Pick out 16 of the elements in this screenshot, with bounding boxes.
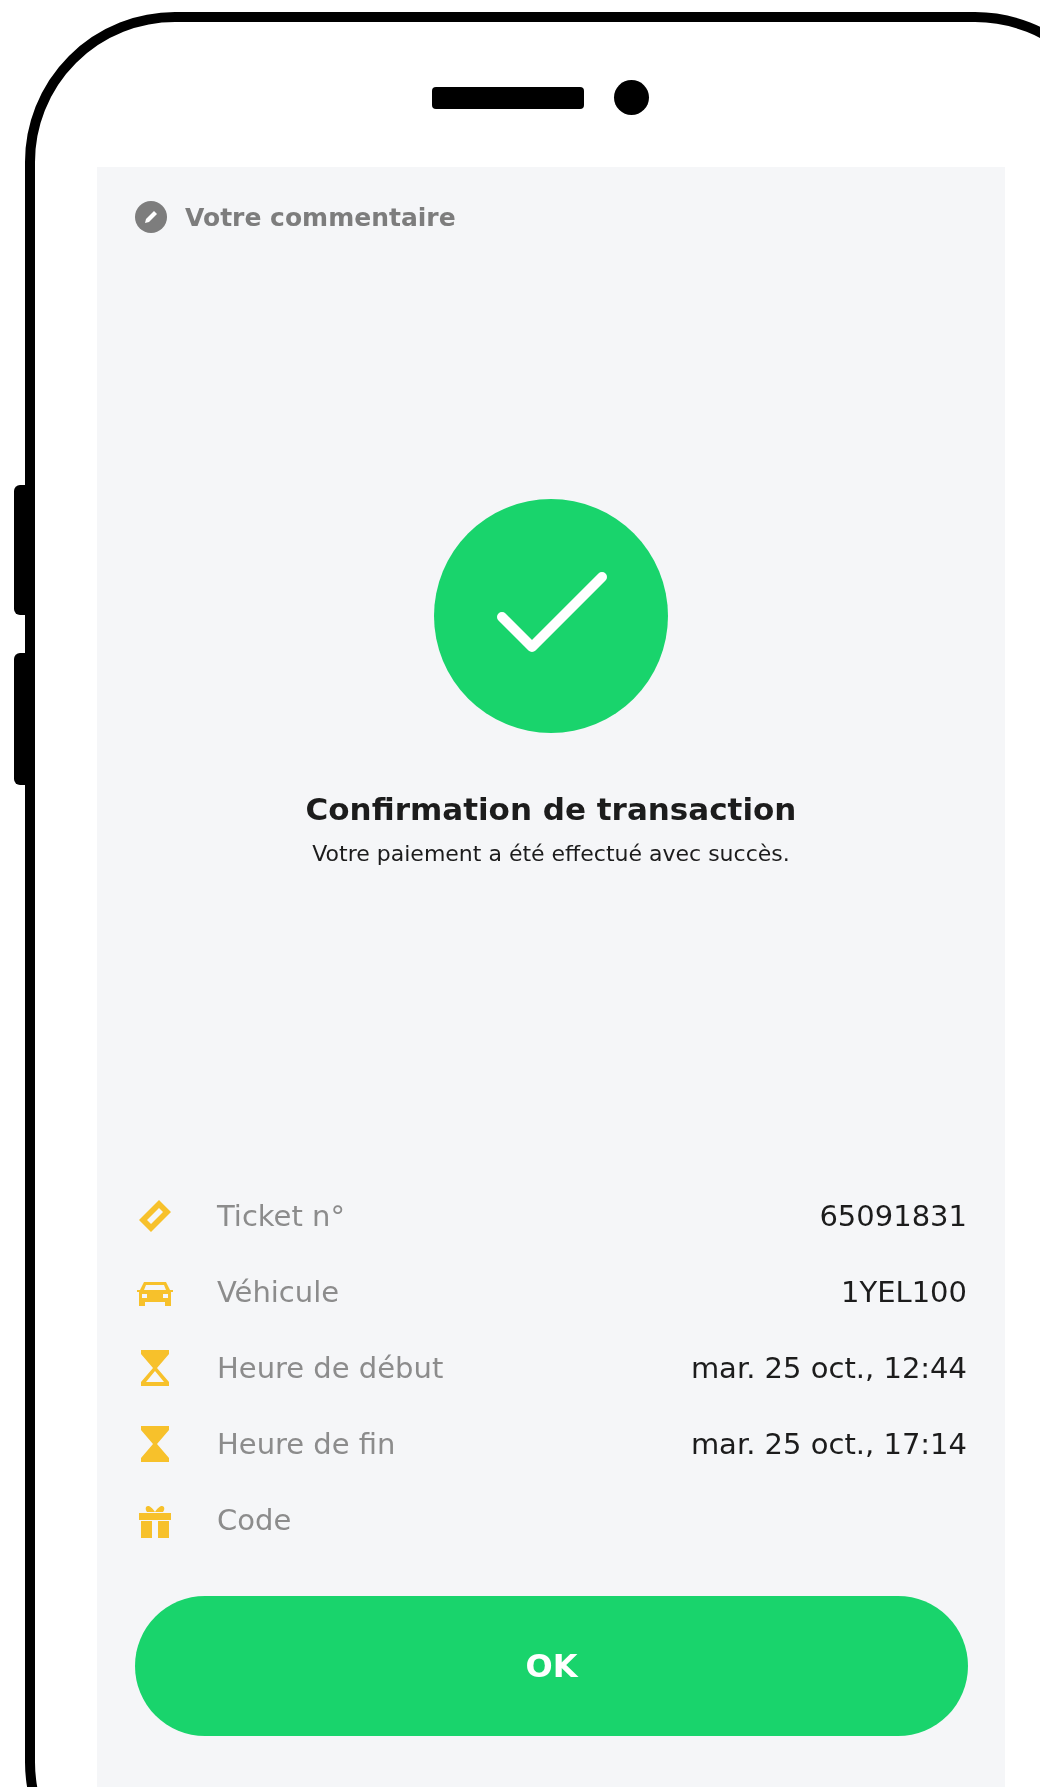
pencil-icon: [135, 201, 167, 233]
detail-value: mar. 25 oct., 12:44: [690, 1351, 967, 1385]
comment-link[interactable]: Votre commentaire: [185, 202, 456, 232]
detail-label: Véhicule: [217, 1275, 340, 1309]
confirmation-message: Votre paiement a été effectué avec succès.: [312, 841, 790, 866]
ok-button[interactable]: OK: [135, 1596, 968, 1736]
confirmation-title: Confirmation de transaction: [305, 791, 797, 827]
detail-label: Heure de début: [217, 1351, 444, 1385]
detail-value: mar. 25 oct., 17:14: [690, 1427, 967, 1461]
detail-value: 65091831: [819, 1199, 967, 1233]
camera-dot: [613, 80, 649, 115]
detail-value: 1YEL100: [841, 1275, 967, 1309]
detail-label: Code: [217, 1503, 292, 1537]
detail-label: Heure de fin: [217, 1427, 396, 1461]
success-check-icon: [434, 499, 668, 733]
detail-label: Ticket n°: [217, 1199, 345, 1233]
